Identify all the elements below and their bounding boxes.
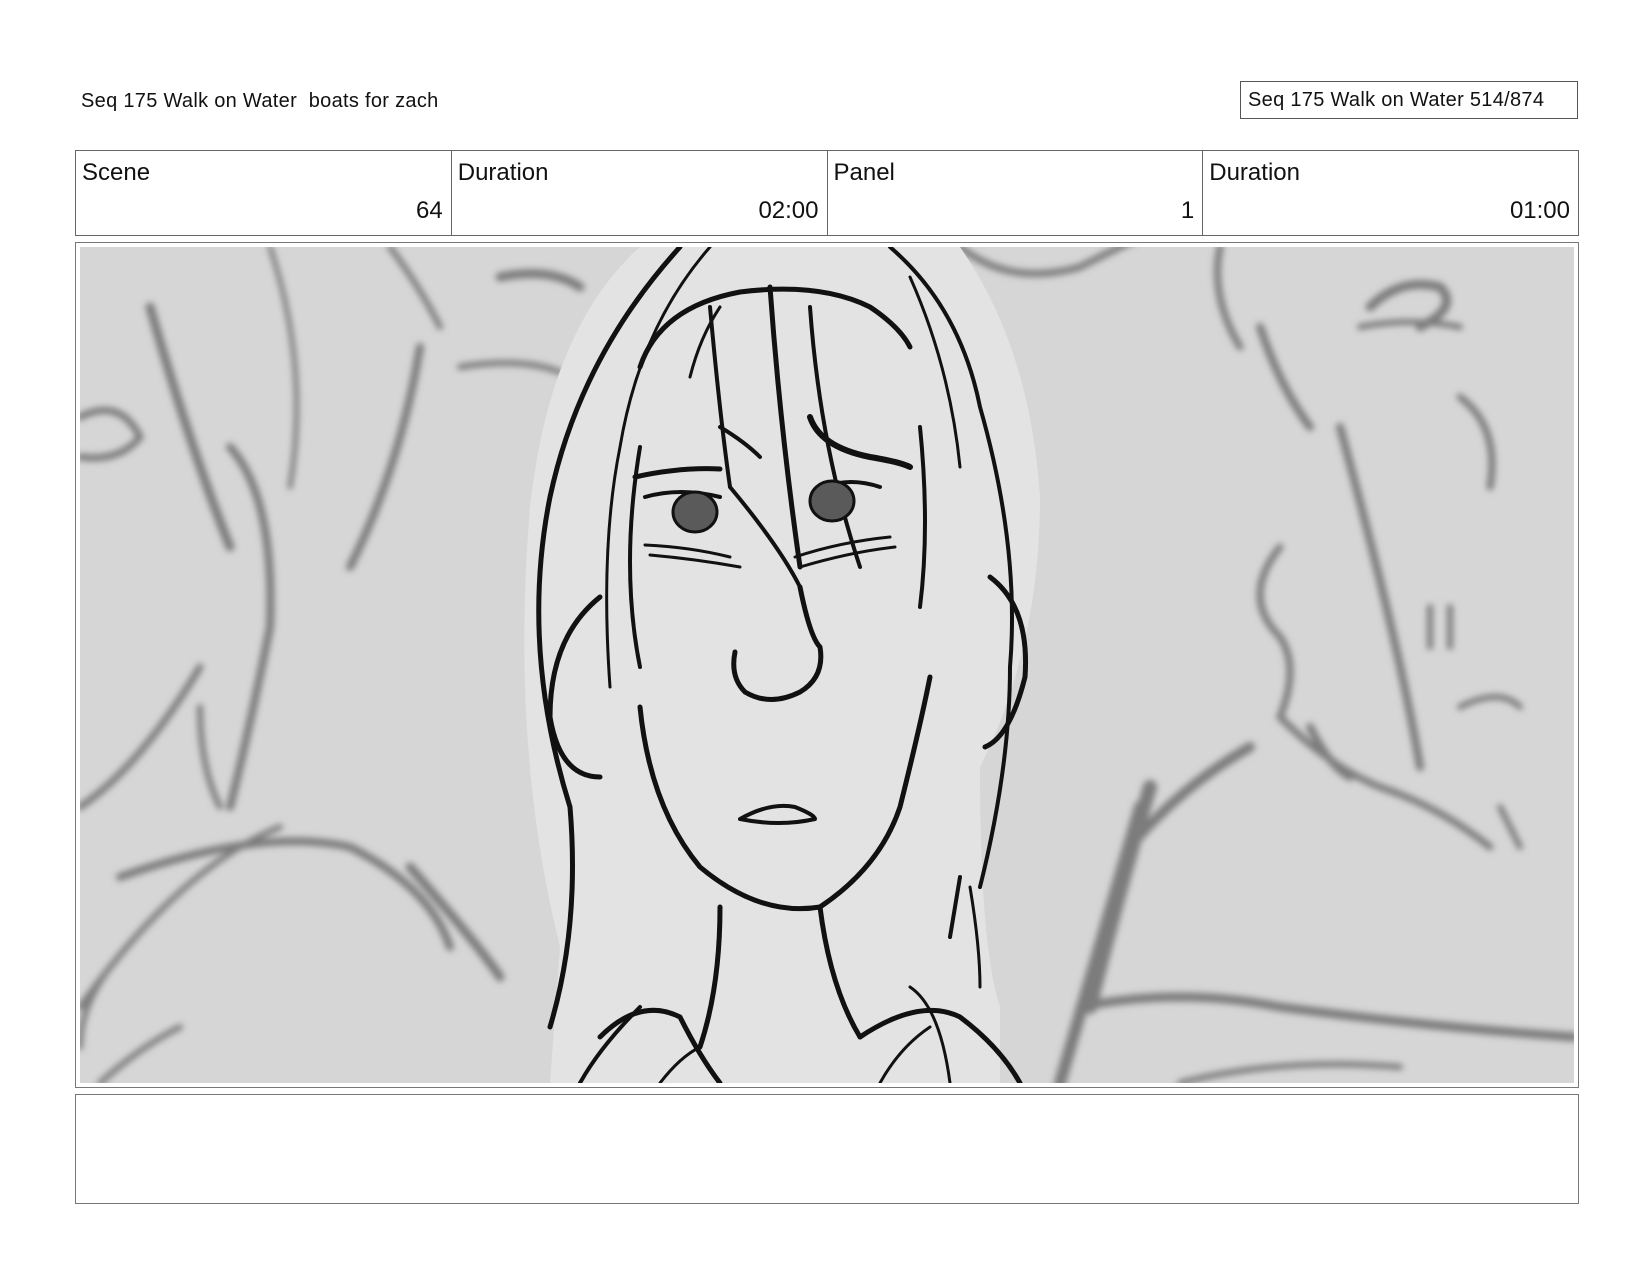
page-counter: Seq 175 Walk on Water 514/874 xyxy=(1240,81,1578,119)
scene-cell: Scene 64 xyxy=(76,151,452,235)
panel-duration-label: Duration xyxy=(1209,159,1300,186)
panel-cell: Panel 1 xyxy=(828,151,1204,235)
scene-duration-label: Duration xyxy=(457,159,549,186)
character-silhouette xyxy=(524,247,1040,1083)
scene-label: Scene xyxy=(82,159,151,186)
scene-duration-cell: Duration 02:00 xyxy=(452,151,828,235)
document-title: Seq 175 Walk on Water boats for zach xyxy=(81,90,439,112)
scene-info-table: Scene 64 Duration 02:00 Panel 1 Duration… xyxy=(75,150,1579,236)
scene-duration-value: 02:00 xyxy=(758,197,819,224)
panel-label: Panel xyxy=(833,159,895,186)
storyboard-panel xyxy=(75,242,1579,1088)
panel-duration-cell: Duration 01:00 xyxy=(1203,151,1578,235)
scene-value: 64 xyxy=(416,197,443,224)
storyboard-sketch-icon xyxy=(80,247,1574,1083)
panel-duration-value: 01:00 xyxy=(1509,197,1570,224)
notes-box xyxy=(75,1094,1579,1204)
panel-value: 1 xyxy=(1180,197,1195,224)
